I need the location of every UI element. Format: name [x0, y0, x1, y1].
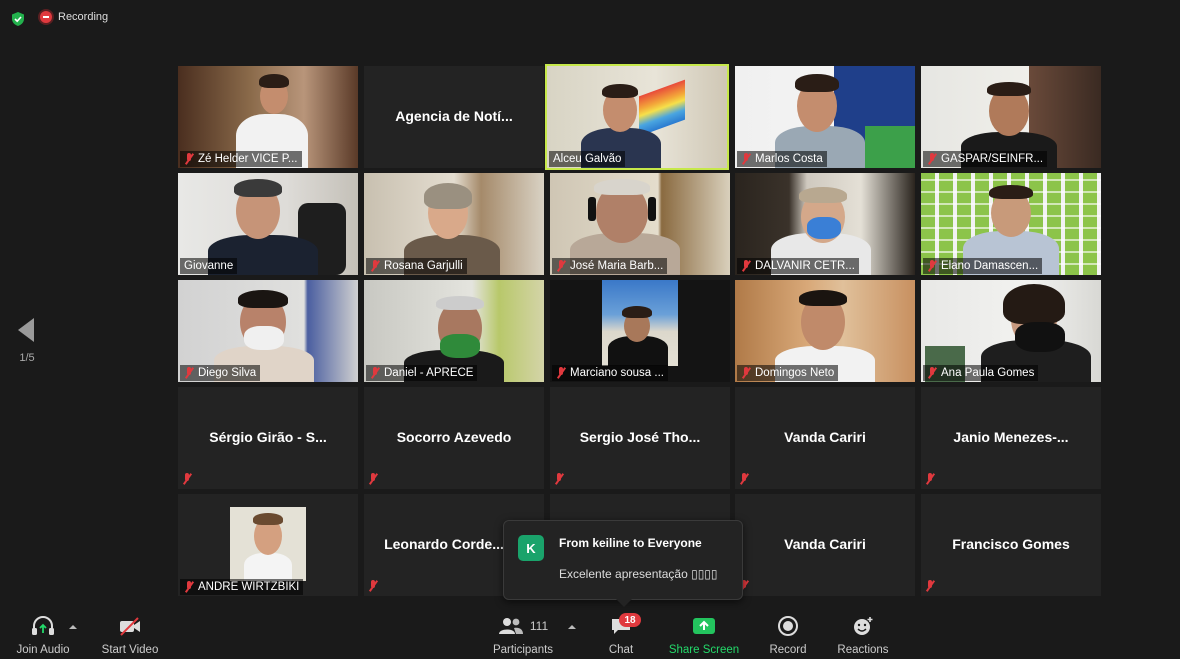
participant-tile[interactable]: Rosana Garjulli — [364, 173, 544, 275]
profile-photo — [230, 507, 306, 581]
headphones-icon — [32, 616, 54, 635]
participant-name: Vanda Cariri — [784, 536, 866, 552]
start-video-button[interactable]: Start Video — [99, 614, 161, 656]
muted-mic-icon — [368, 473, 378, 485]
muted-mic-icon — [739, 473, 749, 485]
muted-mic-icon — [184, 153, 194, 165]
muted-mic-icon — [556, 260, 566, 272]
muted-mic-icon — [370, 367, 380, 379]
participant-tile[interactable]: Ana Paula Gomes — [921, 280, 1101, 382]
participants-icon — [498, 618, 523, 634]
meeting-toolbar: Join Audio Start Video 111 Participants — [0, 610, 1180, 659]
participant-tile[interactable]: Diego Silva — [178, 280, 358, 382]
participant-tile[interactable]: Socorro Azevedo — [364, 387, 544, 489]
participant-tile[interactable]: Sergio José Tho... — [550, 387, 730, 489]
security-shield-icon[interactable] — [10, 11, 26, 27]
participant-tile[interactable]: GASPAR/SEINFR... — [921, 66, 1101, 168]
muted-mic-icon — [184, 581, 194, 593]
unread-chat-badge: 18 — [619, 613, 641, 627]
participant-name-label: Zé Helder VICE P... — [180, 151, 302, 167]
participant-name-label: Domingos Neto — [737, 365, 839, 381]
share-screen-button[interactable]: Share Screen — [668, 614, 740, 656]
top-bar: Recording — [0, 0, 1180, 38]
participant-name-label: Marciano sousa ... — [552, 365, 668, 381]
participant-tile[interactable]: José Maria Barb... — [550, 173, 730, 275]
muted-mic-icon — [184, 367, 194, 379]
share-screen-icon — [693, 618, 715, 634]
gallery-grid: Zé Helder VICE P... Agencia de Notí... A… — [178, 64, 1102, 596]
participant-name: Socorro Azevedo — [396, 429, 512, 445]
reactions-button[interactable]: Reactions — [836, 614, 890, 656]
participant-name: Vanda Cariri — [784, 429, 866, 445]
chat-notification-popup[interactable]: K From keiline to Everyone Excelente apr… — [503, 520, 743, 607]
muted-mic-icon — [556, 367, 566, 379]
muted-mic-icon — [368, 580, 378, 592]
record-button[interactable]: Record — [767, 614, 809, 656]
participant-tile[interactable]: Marciano sousa ... — [550, 280, 730, 382]
sender-avatar: K — [518, 535, 544, 561]
video-camera-off-icon — [120, 617, 140, 636]
recording-indicator[interactable]: Recording — [40, 11, 108, 23]
previous-page-arrow-icon[interactable] — [18, 318, 34, 342]
participant-name: Janio Menezes-... — [953, 429, 1069, 445]
participants-button[interactable]: 111 Participants — [492, 614, 554, 656]
participant-name: Sérgio Girão - S... — [209, 429, 327, 445]
muted-mic-icon — [741, 153, 751, 165]
muted-mic-icon — [741, 260, 751, 272]
participant-tile[interactable]: Giovanne — [178, 173, 358, 275]
participant-name: Agencia de Notí... — [395, 108, 513, 124]
participant-name-label: Marlos Costa — [737, 151, 827, 167]
muted-mic-icon — [927, 153, 937, 165]
participant-tile[interactable]: Sérgio Girão - S... — [178, 387, 358, 489]
participant-tile[interactable]: Zé Helder VICE P... — [178, 66, 358, 168]
participant-tile[interactable]: Elano Damascen... — [921, 173, 1101, 275]
participant-name-label: ANDRE WIRTZBIKI — [180, 579, 304, 595]
muted-mic-icon — [925, 580, 935, 592]
muted-mic-icon — [741, 367, 751, 379]
participant-name-label: José Maria Barb... — [552, 258, 668, 274]
participants-options-chevron-icon[interactable] — [568, 625, 576, 629]
participant-name-label: DALVANIR CETR... — [737, 258, 859, 274]
join-audio-button[interactable]: Join Audio — [14, 614, 72, 656]
muted-mic-icon — [370, 260, 380, 272]
page-indicator: 1/5 — [19, 352, 35, 364]
muted-mic-icon — [925, 473, 935, 485]
page-navigation: 1/5 — [14, 318, 40, 364]
chat-button[interactable]: 18 Chat — [601, 613, 641, 656]
participant-name: Sergio José Tho... — [579, 429, 701, 445]
muted-mic-icon — [554, 473, 564, 485]
participant-tile[interactable]: DALVANIR CETR... — [735, 173, 915, 275]
recording-label: Recording — [58, 11, 109, 23]
participant-tile[interactable]: Vanda Cariri — [735, 387, 915, 489]
participant-tile[interactable]: Daniel - APRECE — [364, 280, 544, 382]
participant-name-label: Giovanne — [180, 258, 238, 274]
participant-tile-active-speaker[interactable]: Alceu Galvão — [545, 64, 729, 170]
chat-sender: From keiline to Everyone — [559, 536, 702, 550]
muted-mic-icon — [182, 473, 192, 485]
participant-tile[interactable]: Marlos Costa — [735, 66, 915, 168]
participant-name-label: GASPAR/SEINFR... — [923, 151, 1048, 167]
participant-tile[interactable]: Vanda Cariri — [735, 494, 915, 596]
chat-message: Excelente apresentação ▯▯▯▯ — [559, 567, 718, 581]
participant-tile[interactable]: Agencia de Notí... — [364, 66, 544, 168]
participant-name-label: Rosana Garjulli — [366, 258, 467, 274]
participant-name-label: Diego Silva — [180, 365, 261, 381]
participant-tile[interactable]: Francisco Gomes — [921, 494, 1101, 596]
participant-name-label: Ana Paula Gomes — [923, 365, 1039, 381]
participant-name-label: Elano Damascen... — [923, 258, 1043, 274]
audio-options-chevron-icon[interactable] — [69, 625, 77, 629]
participant-name-label: Alceu Galvão — [549, 151, 626, 167]
muted-mic-icon — [927, 367, 937, 379]
recording-icon — [40, 11, 52, 23]
participant-name: Francisco Gomes — [952, 536, 1070, 552]
participant-name-label: Daniel - APRECE — [366, 365, 478, 381]
participant-tile[interactable]: Domingos Neto — [735, 280, 915, 382]
participant-tile[interactable]: Janio Menezes-... — [921, 387, 1101, 489]
record-icon — [778, 616, 798, 636]
reactions-smiley-icon — [854, 617, 873, 635]
participants-count: 111 — [529, 619, 549, 633]
participant-tile[interactable]: ANDRE WIRTZBIKI — [178, 494, 358, 596]
muted-mic-icon — [927, 260, 937, 272]
